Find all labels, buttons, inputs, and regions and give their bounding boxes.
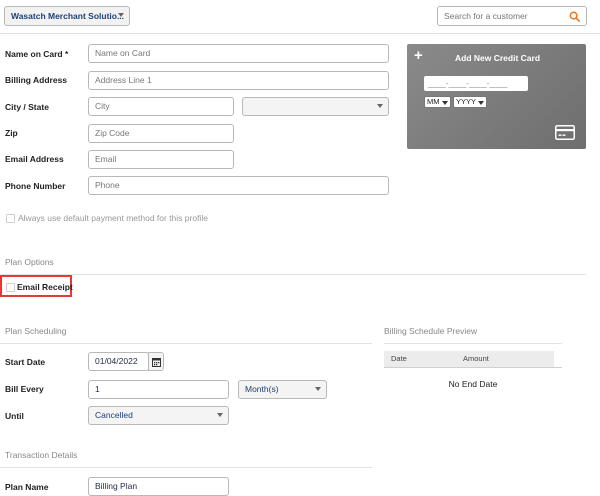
default-payment-checkbox[interactable] bbox=[6, 214, 15, 223]
until-select-value: Cancelled bbox=[95, 410, 133, 420]
column-header-date: Date bbox=[391, 354, 407, 363]
card-number-input[interactable]: ____-____-____-____ bbox=[424, 76, 528, 91]
billing-preview-divider bbox=[384, 343, 562, 344]
chevron-down-icon bbox=[217, 413, 223, 417]
calendar-button[interactable] bbox=[148, 352, 164, 371]
chevron-down-icon bbox=[315, 387, 321, 391]
expiry-month-select[interactable]: MM bbox=[424, 96, 451, 108]
merchant-select[interactable]: Wasatch Merchant Solutio... bbox=[4, 6, 130, 26]
credit-card-icon bbox=[555, 125, 575, 140]
email-address-label: Email Address bbox=[5, 154, 64, 164]
billing-address-placeholder: Address Line 1 bbox=[95, 75, 152, 85]
bill-every-label: Bill Every bbox=[5, 384, 44, 394]
billing-address-input[interactable]: Address Line 1 bbox=[88, 71, 389, 90]
calendar-icon bbox=[152, 358, 161, 367]
add-card-title: Add New Credit Card bbox=[455, 53, 541, 63]
billing-preview-title: Billing Schedule Preview bbox=[384, 326, 478, 336]
merchant-select-value: Wasatch Merchant Solutio... bbox=[11, 11, 125, 21]
state-select[interactable] bbox=[242, 97, 389, 116]
start-date-label: Start Date bbox=[5, 357, 46, 367]
name-on-card-input[interactable]: Name on Card bbox=[88, 44, 389, 63]
plan-options-title: Plan Options bbox=[5, 257, 54, 267]
email-receipt-label: Email Receipt bbox=[17, 282, 73, 292]
period-select[interactable]: Month(s) bbox=[238, 380, 327, 399]
start-date-input[interactable]: 01/04/2022 bbox=[88, 352, 149, 371]
plan-scheduling-divider bbox=[0, 343, 372, 344]
billing-preview-table-header: Date Amount bbox=[384, 351, 554, 367]
plan-name-label: Plan Name bbox=[5, 482, 49, 492]
city-input[interactable]: City bbox=[88, 97, 234, 116]
transaction-details-title: Transaction Details bbox=[5, 450, 78, 460]
default-payment-label: Always use default payment method for th… bbox=[18, 213, 208, 223]
until-select[interactable]: Cancelled bbox=[88, 406, 229, 425]
phone-input[interactable]: Phone bbox=[88, 176, 389, 195]
billing-preview-header-rule bbox=[384, 367, 562, 368]
phone-number-label: Phone Number bbox=[5, 181, 66, 191]
name-on-card-placeholder: Name on Card bbox=[95, 48, 151, 58]
add-card-plus-icon[interactable]: + bbox=[414, 48, 425, 63]
search-placeholder: Search for a customer bbox=[444, 11, 528, 21]
chevron-down-icon bbox=[118, 13, 124, 17]
bill-every-input[interactable]: 1 bbox=[88, 380, 229, 399]
email-placeholder: Email bbox=[95, 154, 117, 164]
zip-input[interactable]: Zip Code bbox=[88, 124, 234, 143]
search-icon[interactable] bbox=[569, 11, 580, 22]
expiry-year-select[interactable]: YYYY bbox=[453, 96, 487, 108]
bill-every-value: 1 bbox=[95, 384, 100, 394]
email-input[interactable]: Email bbox=[88, 150, 234, 169]
name-on-card-label: Name on Card * bbox=[5, 49, 69, 59]
phone-placeholder: Phone bbox=[95, 180, 120, 190]
no-end-date-text: No End Date bbox=[448, 379, 498, 389]
zip-label: Zip bbox=[5, 128, 18, 138]
expiry-month-value: MM bbox=[427, 97, 440, 106]
transaction-details-divider bbox=[0, 467, 372, 468]
card-number-placeholder: ____-____-____-____ bbox=[428, 79, 508, 88]
until-label: Until bbox=[5, 411, 24, 421]
billing-address-label: Billing Address bbox=[5, 75, 68, 85]
plan-scheduling-title: Plan Scheduling bbox=[5, 326, 67, 336]
column-header-amount: Amount bbox=[463, 354, 489, 363]
plan-name-value: Billing Plan bbox=[95, 481, 138, 491]
plan-options-divider bbox=[0, 274, 586, 275]
city-placeholder: City bbox=[95, 101, 110, 111]
email-receipt-checkbox[interactable] bbox=[6, 283, 15, 292]
chevron-down-icon bbox=[442, 101, 448, 105]
credit-card-panel: + Add New Credit Card ____-____-____-___… bbox=[407, 44, 586, 149]
zip-placeholder: Zip Code bbox=[95, 128, 130, 138]
chevron-down-icon bbox=[478, 101, 484, 105]
city-state-label: City / State bbox=[5, 102, 49, 112]
chevron-down-icon bbox=[377, 104, 383, 108]
start-date-value: 01/04/2022 bbox=[95, 356, 138, 366]
expiry-year-value: YYYY bbox=[456, 97, 477, 106]
customer-search-input[interactable]: Search for a customer bbox=[437, 6, 587, 26]
header-divider bbox=[0, 33, 600, 34]
plan-name-input[interactable]: Billing Plan bbox=[88, 477, 229, 496]
period-select-value: Month(s) bbox=[245, 384, 279, 394]
